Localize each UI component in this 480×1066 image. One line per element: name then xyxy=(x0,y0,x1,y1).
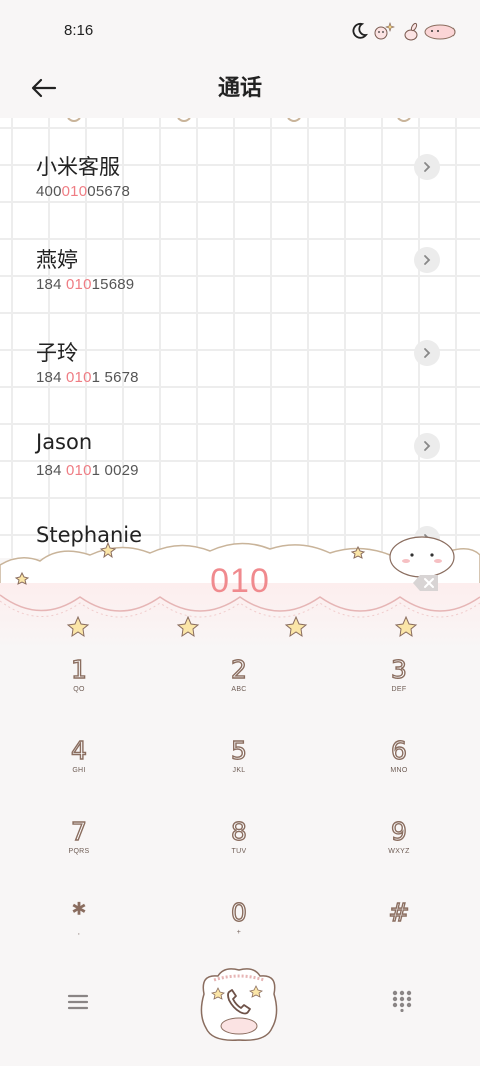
bunny-sticker-icon xyxy=(404,22,418,41)
key-5[interactable]: 5 JKL xyxy=(184,731,294,801)
contact-number: 184 0101 0029 xyxy=(36,462,139,479)
key-9[interactable]: 9 WXYZ xyxy=(344,812,454,882)
key-digit: 5 xyxy=(230,735,247,765)
key-digit: 6 xyxy=(390,735,407,765)
key-hash[interactable]: # xyxy=(344,893,454,963)
contact-number: 184 0101 5678 xyxy=(36,369,139,386)
key-8[interactable]: 8 TUV xyxy=(184,812,294,882)
key-7[interactable]: 7 PQRS xyxy=(24,812,134,882)
menu-icon[interactable] xyxy=(66,992,90,1012)
key-letters: WXYZ xyxy=(388,848,410,855)
key-letters: MNO xyxy=(390,767,408,774)
key-digit: 8 xyxy=(230,816,247,846)
key-digit: 3 xyxy=(390,654,407,684)
sparkle-sticker-icon xyxy=(374,22,395,40)
key-digit: 4 xyxy=(70,735,87,765)
key-letters: JKL xyxy=(232,767,246,774)
page-title: 通话 xyxy=(217,76,262,101)
chevron-right-icon xyxy=(424,348,431,358)
key-4[interactable]: 4 GHI xyxy=(24,731,134,801)
key-letters: , xyxy=(77,929,81,936)
contact-details-button[interactable] xyxy=(414,340,440,366)
contact-name: 子玲 xyxy=(36,341,78,365)
number-match: 010 xyxy=(66,276,92,293)
key-digit: 2 xyxy=(230,654,247,684)
key-letters: + xyxy=(236,929,242,936)
key-letters: TUV xyxy=(231,848,247,855)
key-digit: 7 xyxy=(70,816,87,846)
status-time: 8:16 xyxy=(64,22,94,39)
dialpad-icon[interactable] xyxy=(392,990,412,1012)
key-letters: GHI xyxy=(72,767,86,774)
key-letters: ABC xyxy=(231,686,247,693)
key-6[interactable]: 6 MNO xyxy=(344,731,454,801)
contact-details-button[interactable] xyxy=(414,154,440,180)
battery-icon xyxy=(424,24,456,40)
dialpad: 1 QO 2 ABC 3 DEF 4 GHI 5 JKL 6 MNO 7 PQR… xyxy=(0,650,480,960)
key-letters: QO xyxy=(73,686,85,693)
key-digit: 0 xyxy=(230,897,247,927)
dial-input[interactable]: 010 xyxy=(0,562,480,601)
number-match: 010 xyxy=(66,369,92,386)
number-match: 010 xyxy=(66,462,92,479)
status-bar: 8:16 xyxy=(0,0,480,60)
backspace-icon[interactable] xyxy=(412,574,440,592)
contact-details-button[interactable] xyxy=(414,433,440,459)
key-digit: # xyxy=(388,897,410,927)
key-1[interactable]: 1 QO xyxy=(24,650,134,720)
contact-name: 燕婷 xyxy=(36,248,78,272)
key-2[interactable]: 2 ABC xyxy=(184,650,294,720)
contact-name: Jason xyxy=(36,430,93,454)
key-digit: 9 xyxy=(390,816,407,846)
bottom-bar xyxy=(0,960,480,1066)
number-match: 010 xyxy=(61,183,88,200)
key-digit: 1 xyxy=(70,654,87,684)
key-letters: DEF xyxy=(391,686,407,693)
contact-name: 小米客服 xyxy=(36,155,120,179)
list-item[interactable]: 燕婷 184 01015689 xyxy=(0,216,480,309)
key-letters: PQRS xyxy=(68,848,90,855)
moon-icon xyxy=(352,22,368,39)
chevron-right-icon xyxy=(424,162,431,172)
key-star[interactable]: * , xyxy=(24,893,134,963)
header: 通话 xyxy=(0,60,480,118)
contact-results-list: 小米客服 40001005678 燕婷 184 01015689 子玲 184 … xyxy=(0,118,480,558)
contact-number: 40001005678 xyxy=(36,183,130,200)
key-digit: * xyxy=(72,897,86,927)
key-3[interactable]: 3 DEF xyxy=(344,650,454,720)
list-item[interactable]: 子玲 184 0101 5678 xyxy=(0,309,480,402)
contact-number: 184 01015689 xyxy=(36,276,135,293)
contact-details-button[interactable] xyxy=(414,247,440,273)
call-button[interactable] xyxy=(196,964,282,1044)
list-item[interactable]: Jason 184 0101 0029 xyxy=(0,402,480,495)
list-item[interactable]: 小米客服 40001005678 xyxy=(0,123,480,216)
chevron-right-icon xyxy=(424,255,431,265)
key-0[interactable]: 0 + xyxy=(184,893,294,963)
chevron-right-icon xyxy=(424,441,431,451)
